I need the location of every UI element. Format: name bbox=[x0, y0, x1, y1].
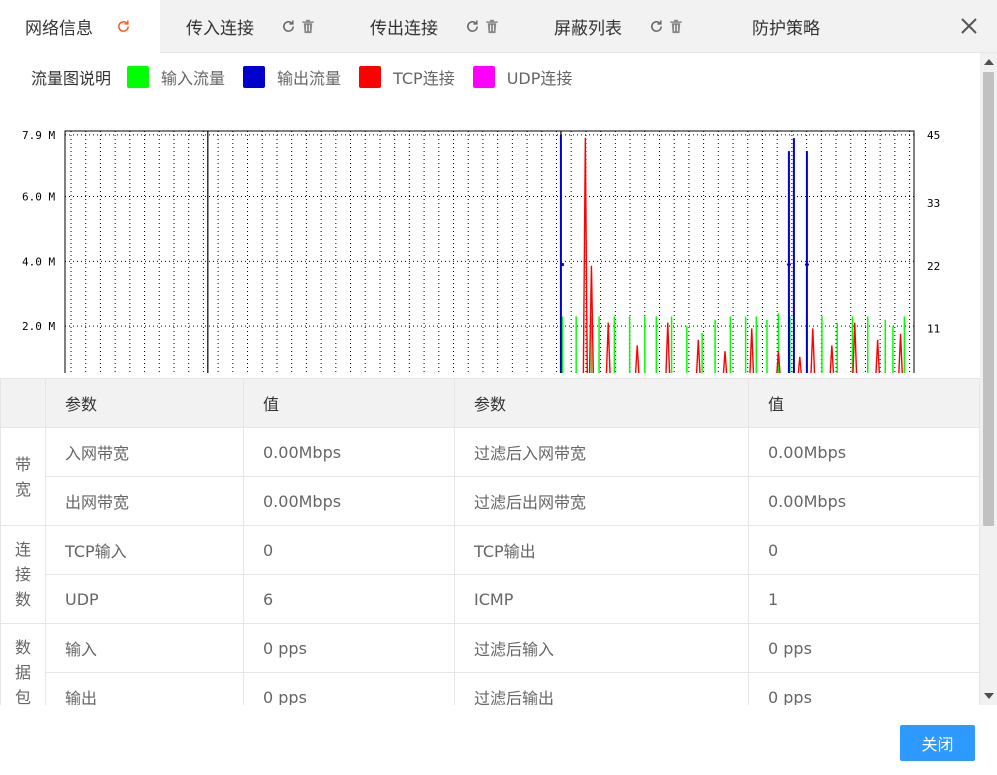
param-name-cell: 过滤后入网带宽 bbox=[454, 427, 749, 477]
legend-label: TCP连接 bbox=[393, 69, 455, 88]
close-button[interactable]: 关闭 bbox=[900, 725, 975, 761]
param-name-cell: ICMP bbox=[454, 574, 749, 624]
refresh-icon[interactable] bbox=[648, 18, 664, 34]
tab-label: 屏蔽列表 bbox=[554, 18, 622, 39]
dialog-footer: 关闭 bbox=[0, 705, 997, 775]
param-value-cell: 0.00Mbps bbox=[748, 427, 980, 477]
param-name-cell: 过滤后出网带宽 bbox=[454, 476, 749, 526]
legend-swatch bbox=[243, 66, 266, 88]
param-name-cell: 入网带宽 bbox=[45, 427, 244, 477]
table-header-param: 参数 bbox=[454, 378, 749, 428]
y-right-tick-label: 11 bbox=[927, 322, 940, 335]
legend-item-tcp: TCP连接 bbox=[359, 65, 455, 89]
table-header-row: 参数 值 参数 值 bbox=[0, 378, 980, 428]
param-value-cell: 6 bbox=[243, 574, 455, 624]
legend-label: 输入流量 bbox=[161, 69, 226, 88]
table-header-value: 值 bbox=[748, 378, 980, 428]
param-value-cell: 0 pps bbox=[243, 623, 455, 673]
y-left-tick-label: 7.9 M bbox=[22, 129, 55, 142]
scroll-down-icon[interactable] bbox=[984, 693, 994, 699]
table-row: 带宽入网带宽 0.00Mbps 过滤后入网带宽 0.00Mbps bbox=[0, 427, 980, 526]
table-header-param: 参数 bbox=[45, 378, 244, 428]
param-value-cell: 0.00Mbps bbox=[243, 476, 455, 526]
table-header-group bbox=[0, 378, 46, 428]
y-left-tick-label: 4.0 M bbox=[22, 255, 55, 268]
vertical-scrollbar[interactable] bbox=[980, 53, 997, 705]
y-right-tick-label: 45 bbox=[927, 129, 940, 142]
table-group-label: 数据包 bbox=[0, 623, 46, 705]
refresh-icon[interactable] bbox=[115, 19, 131, 35]
tab-label: 防护策略 bbox=[752, 18, 820, 39]
y-left-tick-label: 6.0 M bbox=[22, 190, 55, 203]
param-name-cell: 出网带宽 bbox=[45, 476, 244, 526]
param-value-cell: 0.00Mbps bbox=[243, 427, 455, 477]
table-row: 连接数 TCP输入 0 TCP输出 0 bbox=[0, 525, 980, 624]
param-name-cell: TCP输入 bbox=[45, 525, 244, 575]
legend-label: UDP连接 bbox=[506, 69, 573, 88]
table-row: 数据包输入 0 pps 过滤后输入 0 pps bbox=[0, 623, 980, 705]
params-table: 参数 值 参数 值 带宽入网带宽 0.00Mbps 过滤后入网带宽 0.00Mbps 出… bbox=[0, 378, 980, 705]
trash-icon[interactable] bbox=[668, 18, 684, 34]
chart-legend: 流量图说明 输入流量 输出流量 TCP连接 UDP连接 bbox=[31, 65, 590, 89]
legend-label: 输出流量 bbox=[277, 69, 342, 88]
tab-label: 传出连接 bbox=[370, 18, 438, 39]
table-group-label: 连接数 bbox=[0, 525, 46, 624]
legend-item-udp: UDP连接 bbox=[472, 65, 573, 89]
param-name-cell: TCP输出 bbox=[454, 525, 749, 575]
y-left-tick-label: 2.0 M bbox=[22, 320, 55, 333]
param-value-cell: 0 pps bbox=[748, 672, 980, 705]
scrollbar-thumb[interactable] bbox=[983, 72, 994, 526]
tab-incoming-connections[interactable]: 传入连接 bbox=[186, 0, 316, 52]
legend-item-out: 输出流量 bbox=[243, 65, 341, 89]
param-name-cell: 输入 bbox=[45, 623, 244, 673]
param-name-cell: 输出 bbox=[45, 672, 244, 705]
plot-area bbox=[64, 130, 915, 373]
y-right-tick-label: 33 bbox=[927, 197, 940, 210]
y-right-tick-label: 22 bbox=[927, 260, 940, 273]
tab-network-info[interactable]: 网络信息 bbox=[0, 0, 160, 53]
param-name-cell: 过滤后输出 bbox=[454, 672, 749, 705]
traffic-chart: 7.9 M6.0 M4.0 M2.0 M45332211Hour16182022… bbox=[22, 129, 940, 373]
param-name-cell: UDP bbox=[45, 574, 244, 624]
close-icon[interactable] bbox=[957, 14, 981, 38]
legend-title: 流量图说明 bbox=[31, 69, 112, 88]
param-name-cell: 过滤后输入 bbox=[454, 623, 749, 673]
refresh-icon[interactable] bbox=[464, 18, 480, 34]
param-value-cell: 0 pps bbox=[243, 672, 455, 705]
legend-swatch bbox=[127, 66, 150, 88]
param-value-cell: 0 bbox=[243, 525, 455, 575]
tab-protection-policy[interactable]: 防护策略 bbox=[752, 0, 820, 52]
tab-outgoing-connections[interactable]: 传出连接 bbox=[370, 0, 500, 52]
legend-swatch bbox=[359, 66, 382, 88]
param-value-cell: 0.00Mbps bbox=[748, 476, 980, 526]
legend-swatch bbox=[472, 66, 495, 88]
table-header-value: 值 bbox=[243, 378, 455, 428]
table-row: 输出 0 pps 过滤后输出 0 pps bbox=[1, 672, 980, 705]
trash-icon[interactable] bbox=[300, 18, 316, 34]
table-row: 出网带宽 0.00Mbps 过滤后出网带宽 0.00Mbps bbox=[1, 476, 980, 526]
tab-bar: 网络信息 传入连接 传出连接 屏蔽列表 防护策略 bbox=[0, 0, 997, 53]
param-value-cell: 0 pps bbox=[748, 623, 980, 673]
tab-label: 传入连接 bbox=[186, 18, 254, 39]
refresh-icon[interactable] bbox=[280, 18, 296, 34]
network-info-panel: 流量图说明 输入流量 输出流量 TCP连接 UDP连接 7.9 M 6.0 M 4.… bbox=[0, 53, 980, 705]
tab-label: 网络信息 bbox=[25, 19, 93, 39]
legend-item-in: 输入流量 bbox=[127, 65, 225, 89]
trash-icon[interactable] bbox=[484, 18, 500, 34]
param-value-cell: 1 bbox=[748, 574, 980, 624]
param-value-cell: 0 bbox=[748, 525, 980, 575]
table-row: UDP 6 ICMP 1 bbox=[1, 574, 980, 624]
tab-block-list[interactable]: 屏蔽列表 bbox=[554, 0, 684, 52]
table-group-label: 带宽 bbox=[0, 427, 46, 526]
scroll-up-icon[interactable] bbox=[984, 59, 994, 65]
